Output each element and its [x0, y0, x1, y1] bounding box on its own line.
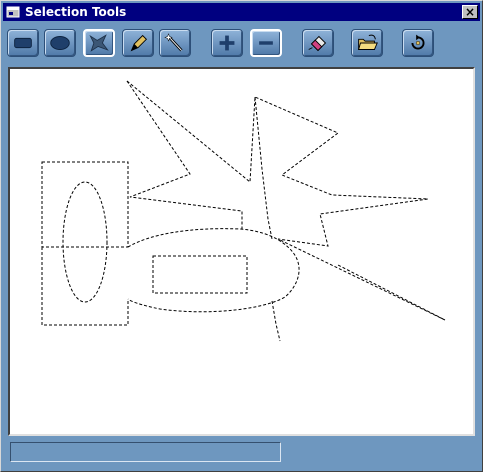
polygon-inner	[254, 96, 273, 240]
pen-icon	[130, 34, 148, 52]
window-title: Selection Tools	[25, 5, 127, 19]
window-app-icon	[6, 6, 20, 18]
title-bar[interactable]: Selection Tools ×	[3, 3, 480, 21]
rectangle-selection-lower	[41, 247, 129, 326]
polygon-select-tool[interactable]	[83, 29, 115, 57]
status-bar	[10, 442, 281, 462]
rotate-tool[interactable]	[402, 29, 434, 57]
ellipse-select-tool[interactable]	[44, 29, 76, 57]
add-selection-mode[interactable]	[211, 29, 243, 57]
magic-wand-icon	[164, 32, 183, 52]
polygon-selection-outline	[126, 80, 446, 321]
open-file-tool[interactable]	[351, 29, 383, 57]
eraser-icon	[308, 35, 327, 52]
close-button[interactable]: ×	[462, 5, 478, 19]
selection-outlines	[41, 80, 446, 342]
selection-tools-window: Selection Tools ×	[0, 0, 483, 472]
subtract-selection-mode[interactable]	[250, 29, 282, 57]
folder-open-icon	[358, 34, 378, 50]
polygon-lasso-icon	[89, 34, 109, 52]
blob-selection-outline	[127, 228, 300, 313]
rectangle-icon	[14, 37, 32, 49]
freehand-select-tool[interactable]	[122, 29, 154, 57]
close-icon: ×	[464, 5, 476, 19]
ellipse-selection-outline	[62, 181, 108, 303]
inner-rectangle-selection	[152, 255, 248, 294]
drawing-canvas[interactable]	[8, 67, 475, 436]
ellipse-icon	[50, 36, 70, 50]
blob-tail	[271, 300, 281, 342]
clear-selection-tool[interactable]	[302, 29, 334, 57]
minus-icon	[259, 41, 273, 45]
toolbar	[3, 23, 480, 63]
polygon-left-arm	[126, 80, 243, 229]
rectangle-selection-outline	[41, 161, 129, 248]
plus-icon	[219, 35, 235, 51]
rotate-icon	[411, 34, 425, 50]
rectangle-select-tool[interactable]	[7, 29, 39, 57]
magic-wand-tool[interactable]	[159, 29, 191, 57]
